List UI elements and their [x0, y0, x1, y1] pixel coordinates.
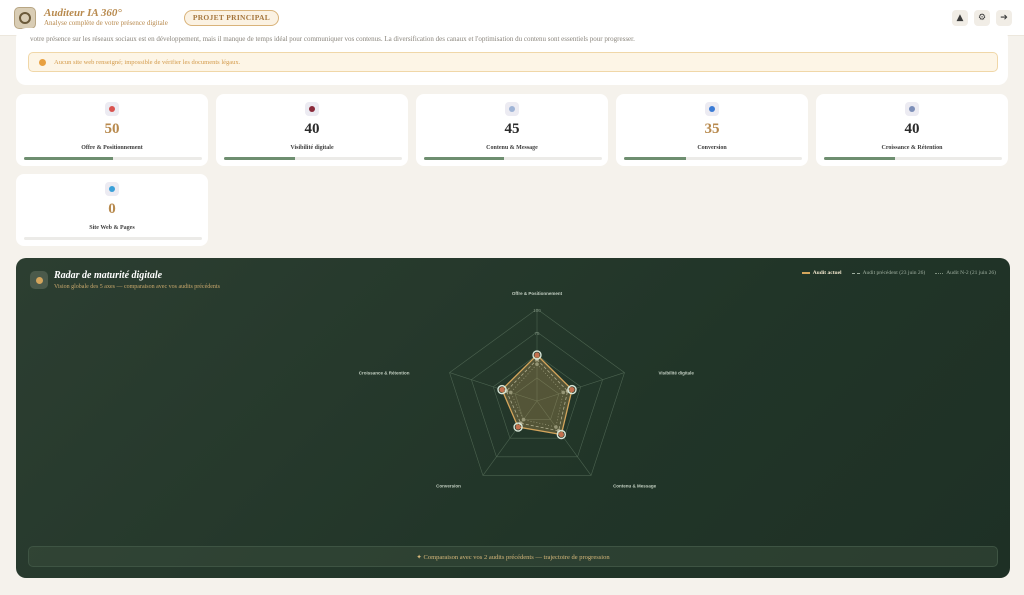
- score-progress: [224, 157, 402, 160]
- score-progress: [824, 157, 1002, 160]
- app-logo[interactable]: [14, 6, 36, 29]
- project-badge[interactable]: PROJET PRINCIPAL: [183, 9, 280, 26]
- radar-point: [534, 352, 540, 358]
- alert-banner: Aucun site web renseigné; impossible de …: [28, 52, 998, 72]
- score-card[interactable]: 50 Offre & Positionnement: [16, 94, 208, 166]
- score-card[interactable]: 0 Site Web & Pages: [16, 174, 208, 246]
- score-label: Visibilité digitale: [290, 145, 334, 151]
- compare-button[interactable]: ✦ Comparaison avec vos 2 audits précéden…: [28, 546, 998, 567]
- app-subtitle: Analyse complète de votre présence digit…: [44, 19, 168, 27]
- score-value: 40: [904, 121, 920, 137]
- radar-point: [558, 431, 564, 438]
- target-icon: [105, 102, 119, 116]
- warning-icon: [39, 58, 46, 66]
- globe-icon: [105, 182, 119, 196]
- brand: Auditeur IA 360° Analyse complète de vot…: [44, 7, 168, 28]
- score-value: 35: [704, 121, 720, 137]
- summary-text: votre présence sur les réseaux sociaux e…: [30, 35, 635, 43]
- eye-icon: [305, 102, 319, 116]
- cart-icon: [705, 102, 719, 116]
- notification-icon[interactable]: ▲: [952, 10, 968, 26]
- score-value: 50: [104, 121, 120, 137]
- radar-axis-label: Visibilité digitale: [658, 371, 694, 376]
- radar-point: [499, 387, 505, 393]
- radar-panel: Radar de maturité digitale Vision global…: [16, 258, 1010, 578]
- score-value: 45: [504, 121, 520, 137]
- score-progress: [624, 157, 802, 160]
- radar-ring-label: 100: [533, 308, 541, 313]
- score-card[interactable]: 40 Croissance & Rétention: [816, 94, 1008, 166]
- score-card[interactable]: 35 Conversion: [616, 94, 808, 166]
- logout-icon[interactable]: ➔: [996, 10, 1012, 26]
- score-label: Conversion: [697, 145, 727, 151]
- radar-point: [569, 387, 575, 393]
- app-title: Auditeur IA 360°: [44, 7, 122, 19]
- score-label: Contenu & Message: [486, 145, 538, 151]
- chat-icon: [505, 102, 519, 116]
- score-label: Site Web & Pages: [89, 225, 135, 231]
- compare-text: ✦ Comparaison avec vos 2 audits précéden…: [416, 553, 610, 561]
- score-value: 0: [108, 201, 116, 217]
- score-progress: [24, 237, 202, 240]
- settings-icon[interactable]: ⚙: [974, 10, 990, 26]
- score-card[interactable]: 40 Visibilité digitale: [216, 94, 408, 166]
- summary-card: votre présence sur les réseaux sociaux e…: [16, 28, 1008, 85]
- top-actions: ▲ ⚙ ➔: [952, 10, 1012, 26]
- radar-axis-label: Contenu & Message: [613, 483, 657, 488]
- score-progress: [24, 157, 202, 160]
- radar-axis-label: Conversion: [436, 483, 461, 488]
- radar-series-area: [501, 354, 573, 436]
- score-label: Offre & Positionnement: [81, 145, 143, 151]
- score-label: Croissance & Rétention: [881, 145, 943, 151]
- score-progress: [424, 157, 602, 160]
- alert-text: Aucun site web renseigné; impossible de …: [54, 58, 241, 66]
- radar-axis-label: Offre & Positionnement: [512, 291, 563, 296]
- growth-chart-icon: [905, 102, 919, 116]
- radar-ring-label: 75: [534, 331, 540, 336]
- radar-point: [515, 424, 521, 430]
- score-value: 40: [304, 121, 320, 137]
- radar-axis-label: Croissance & Rétention: [359, 371, 410, 376]
- radar-chart: 75 100 Offre & Positionnement Visibilité di…: [359, 291, 695, 488]
- score-card[interactable]: 45 Contenu & Message: [416, 94, 608, 166]
